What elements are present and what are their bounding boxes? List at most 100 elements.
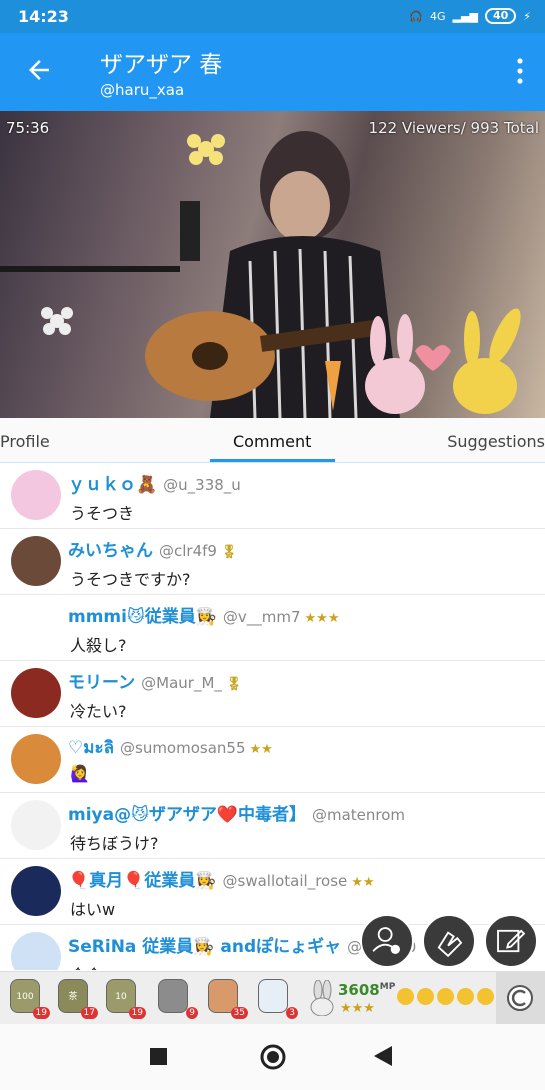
coin-shop-button[interactable] xyxy=(496,972,545,1024)
clap-icon xyxy=(437,931,463,958)
comment-handle: @u_338_u xyxy=(163,476,241,494)
gift-tea[interactable]: 茶 17 xyxy=(58,979,98,1019)
comment-handle: @swallotail_rose xyxy=(222,872,348,890)
video-frame xyxy=(0,131,521,418)
avatar[interactable] xyxy=(11,536,61,586)
network-label: 4G xyxy=(430,9,446,23)
gift-tea-10[interactable]: 10 19 xyxy=(106,979,146,1019)
active-tab-indicator xyxy=(210,459,335,462)
coin-icon xyxy=(417,988,434,1005)
rabbit-icon[interactable] xyxy=(308,979,336,1017)
gift-tea-100[interactable]: 100 19 xyxy=(10,979,50,1019)
comment-row[interactable]: miya@😼ザアザア❤️中毒者】 @matenrom 待ちぼうけ? xyxy=(0,793,545,859)
broadcaster-name: ザアザア 春 xyxy=(100,52,223,78)
battery-level: 40 xyxy=(484,8,517,24)
avatar[interactable] xyxy=(11,470,61,520)
system-nav-bar xyxy=(0,1024,545,1090)
comment-handle: @sumomosan55 xyxy=(120,739,246,757)
comment-row[interactable]: ♡มะลิ @sumomosan55 ★★ 🙋‍♀️ xyxy=(0,727,545,793)
comment-row[interactable]: モリーン @Maur_M_ 🎖 冷たい? xyxy=(0,661,545,727)
gift-count: 19 xyxy=(128,1007,146,1019)
coin-icon xyxy=(437,988,454,1005)
coin-icon xyxy=(477,988,494,1005)
tab-bar: Profile Comment Suggestions xyxy=(0,418,545,463)
home-icon[interactable] xyxy=(260,1044,286,1070)
write-comment-button[interactable] xyxy=(484,914,538,968)
comment-text: 🙋‍♀️ xyxy=(70,764,90,783)
comment-username: ♡มะลิ @sumomosan55 ★★ xyxy=(68,738,273,758)
gift-count: 35 xyxy=(230,1007,248,1019)
headphones-icon: 🎧 xyxy=(409,9,424,23)
viewer-count: 122 Viewers/ 993 Total xyxy=(368,119,539,137)
user-check-icon xyxy=(372,927,400,954)
avatar[interactable] xyxy=(11,602,61,652)
gift-count: 19 xyxy=(32,1007,50,1019)
comment-text: 人殺し? xyxy=(70,636,127,655)
gift-count: 17 xyxy=(80,1007,98,1019)
gift-tin[interactable]: 9 xyxy=(158,979,198,1019)
comment-text: 金命 xyxy=(70,962,102,970)
bottle-icon xyxy=(258,979,288,1013)
comment-handle: @clr4f9 xyxy=(159,542,217,560)
comment-handle: @v__mm7 xyxy=(222,608,301,626)
user-badge: 🎖 xyxy=(220,545,238,560)
charging-icon: ⚡ xyxy=(523,9,531,23)
comment-row[interactable]: みいちゃん @clr4f9 🎖 うそつきですか? xyxy=(0,529,545,595)
avatar[interactable] xyxy=(11,866,61,916)
status-icons: 🎧 4G ▂▄▆ 40 ⚡ xyxy=(409,8,531,24)
avatar[interactable] xyxy=(11,668,61,718)
avatar[interactable] xyxy=(11,932,61,970)
coin-icon xyxy=(457,988,474,1005)
status-bar: 14:23 🎧 4G ▂▄▆ 40 ⚡ xyxy=(0,0,545,33)
comment-list[interactable]: ｙｕｋｏ🧸 @u_338_u うそつきみいちゃん @clr4f9 🎖 うそつきですか? mm… xyxy=(0,463,545,970)
comment-text: 冷たい? xyxy=(70,702,127,721)
user-badge: ★★★ xyxy=(304,611,340,626)
gift-count: 9 xyxy=(186,1007,198,1019)
comment-row[interactable]: mmmi😼従業員👩‍🍳 @v__mm7 ★★★ 人殺し? xyxy=(0,595,545,661)
comment-row[interactable]: ｙｕｋｏ🧸 @u_338_u うそつき xyxy=(0,463,545,529)
more-vertical-icon[interactable] xyxy=(517,58,523,84)
comment-username: 🎈真月🎈従業員👩‍🍳 @swallotail_rose ★★ xyxy=(68,871,375,891)
live-video[interactable]: 75:36 122 Viewers/ 993 Total xyxy=(0,111,545,418)
back-arrow-icon[interactable] xyxy=(24,55,54,85)
comment-username: モリーン @Maur_M_ 🎖 xyxy=(68,673,243,693)
avatar[interactable] xyxy=(11,800,61,850)
app-bar: ザアザア 春 @haru_xaa xyxy=(0,33,545,111)
back-icon[interactable] xyxy=(374,1046,392,1066)
tab-suggestions[interactable]: Suggestions xyxy=(447,432,545,451)
comment-handle: @Maur_M_ xyxy=(141,674,222,692)
elapsed-time: 75:36 xyxy=(6,119,50,137)
comment-handle: @matenrom xyxy=(311,806,406,824)
user-badge: ★★ xyxy=(249,742,273,757)
comment-username: mmmi😼従業員👩‍🍳 @v__mm7 ★★★ xyxy=(68,607,340,627)
coin-c-icon xyxy=(507,985,533,1011)
clap-button[interactable] xyxy=(422,914,476,968)
gift-count: 3 xyxy=(286,1007,298,1019)
clock: 14:23 xyxy=(18,7,69,26)
signal-icon: ▂▄▆ xyxy=(452,9,478,23)
avatar[interactable] xyxy=(11,734,61,784)
tab-comment[interactable]: Comment xyxy=(233,432,311,451)
tab-profile[interactable]: Profile xyxy=(0,432,50,451)
flower-sticker xyxy=(187,134,225,165)
coin-row xyxy=(397,988,494,1005)
comment-username: ｙｕｋｏ🧸 @u_338_u xyxy=(68,475,241,495)
rank-stars: ★★★ xyxy=(340,1001,375,1016)
comment-text: うそつきですか? xyxy=(70,570,191,589)
gift-clap[interactable]: 35 xyxy=(208,979,248,1019)
mp-value: 3608MP xyxy=(338,981,396,999)
comment-text: うそつき xyxy=(70,504,135,523)
gift-bar: 100 19 茶 17 10 19 9 35 3 3608MP ★★★ xyxy=(0,971,545,1024)
comment-text: 待ちぼうけ? xyxy=(70,834,159,853)
tin-icon xyxy=(158,979,188,1013)
comment-username: みいちゃん @clr4f9 🎖 xyxy=(68,541,238,561)
comment-username: miya@😼ザアザア❤️中毒者】 @matenrom xyxy=(68,805,406,825)
user-badge: ★★ xyxy=(351,875,375,890)
coin-icon xyxy=(397,988,414,1005)
recents-icon[interactable] xyxy=(150,1048,167,1065)
user-badge: 🎖 xyxy=(225,677,243,692)
broadcaster-handle: @haru_xaa xyxy=(100,81,185,99)
gift-bottle[interactable]: 3 xyxy=(258,979,298,1019)
follow-user-button[interactable] xyxy=(360,914,414,968)
comment-text: はいw xyxy=(70,900,116,919)
